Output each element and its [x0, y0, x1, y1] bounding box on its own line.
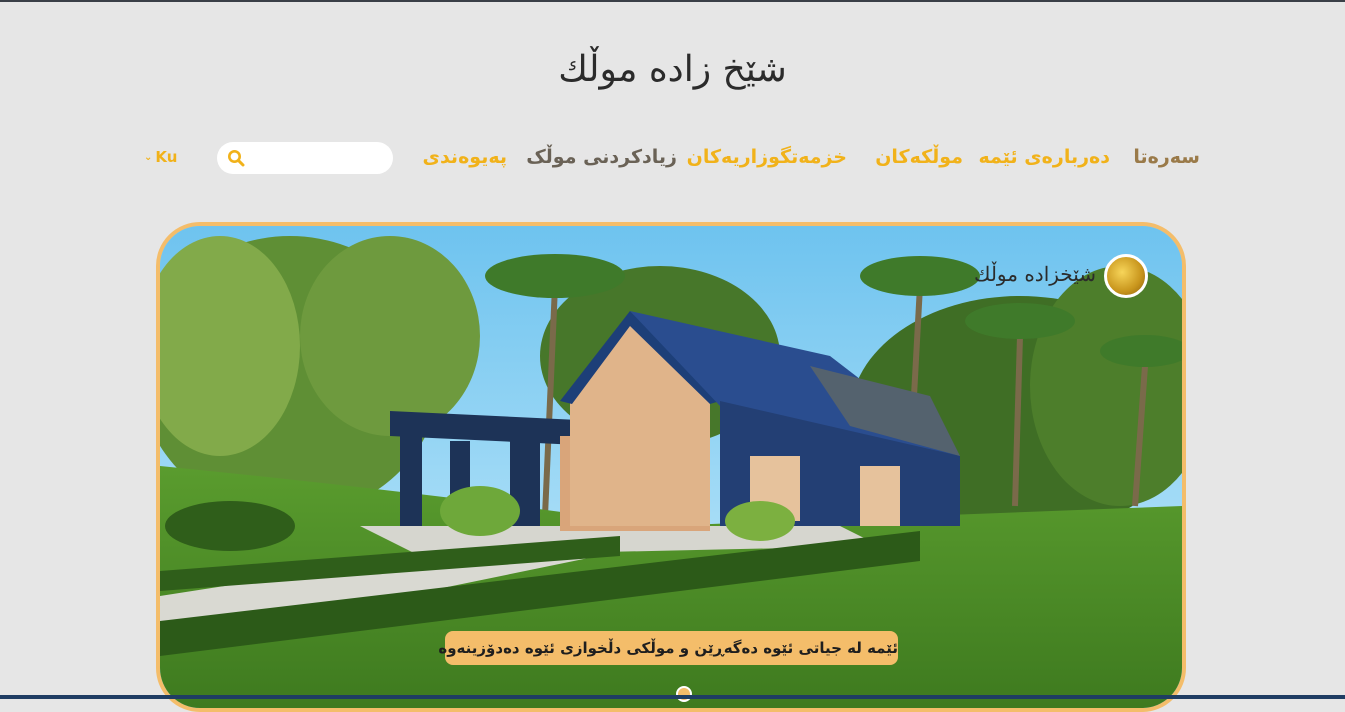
top-border — [0, 0, 1345, 2]
chevron-down-icon: ⌄ — [144, 152, 153, 163]
hero-logo-text: شێخزادە موڵك — [973, 262, 1096, 286]
nav-item-properties[interactable]: موڵکەکان — [875, 144, 963, 170]
main-nav: سەرەتا دەربارەی ئێمە موڵکەکان خزمەتگوزار… — [0, 140, 1345, 174]
nav-item-home[interactable]: سەرەتا — [1133, 144, 1200, 170]
bottom-border — [0, 695, 1345, 699]
nav-item-about[interactable]: دەربارەی ئێمە — [978, 144, 1110, 170]
search-input[interactable] — [253, 146, 389, 172]
logo-emblem — [1104, 254, 1148, 298]
hero-caption: ئێمە لە جیاتی ئێوە دەگەڕێن و موڵکی دڵخوا… — [438, 631, 898, 665]
nav-item-contact[interactable]: پەیوەندی — [423, 144, 507, 170]
search-box — [217, 142, 393, 174]
nav-item-add-property[interactable]: زیادکردنی موڵک — [526, 144, 677, 170]
nav-item-services[interactable]: خزمەتگوزاریەکان — [687, 144, 847, 170]
slider-dot-active[interactable] — [676, 686, 692, 702]
site-title[interactable]: شێخ زادە موڵك — [0, 48, 1345, 92]
language-selector[interactable]: ⌄ Ku — [144, 147, 177, 168]
search-icon[interactable] — [227, 149, 245, 167]
language-label: Ku — [155, 148, 178, 166]
